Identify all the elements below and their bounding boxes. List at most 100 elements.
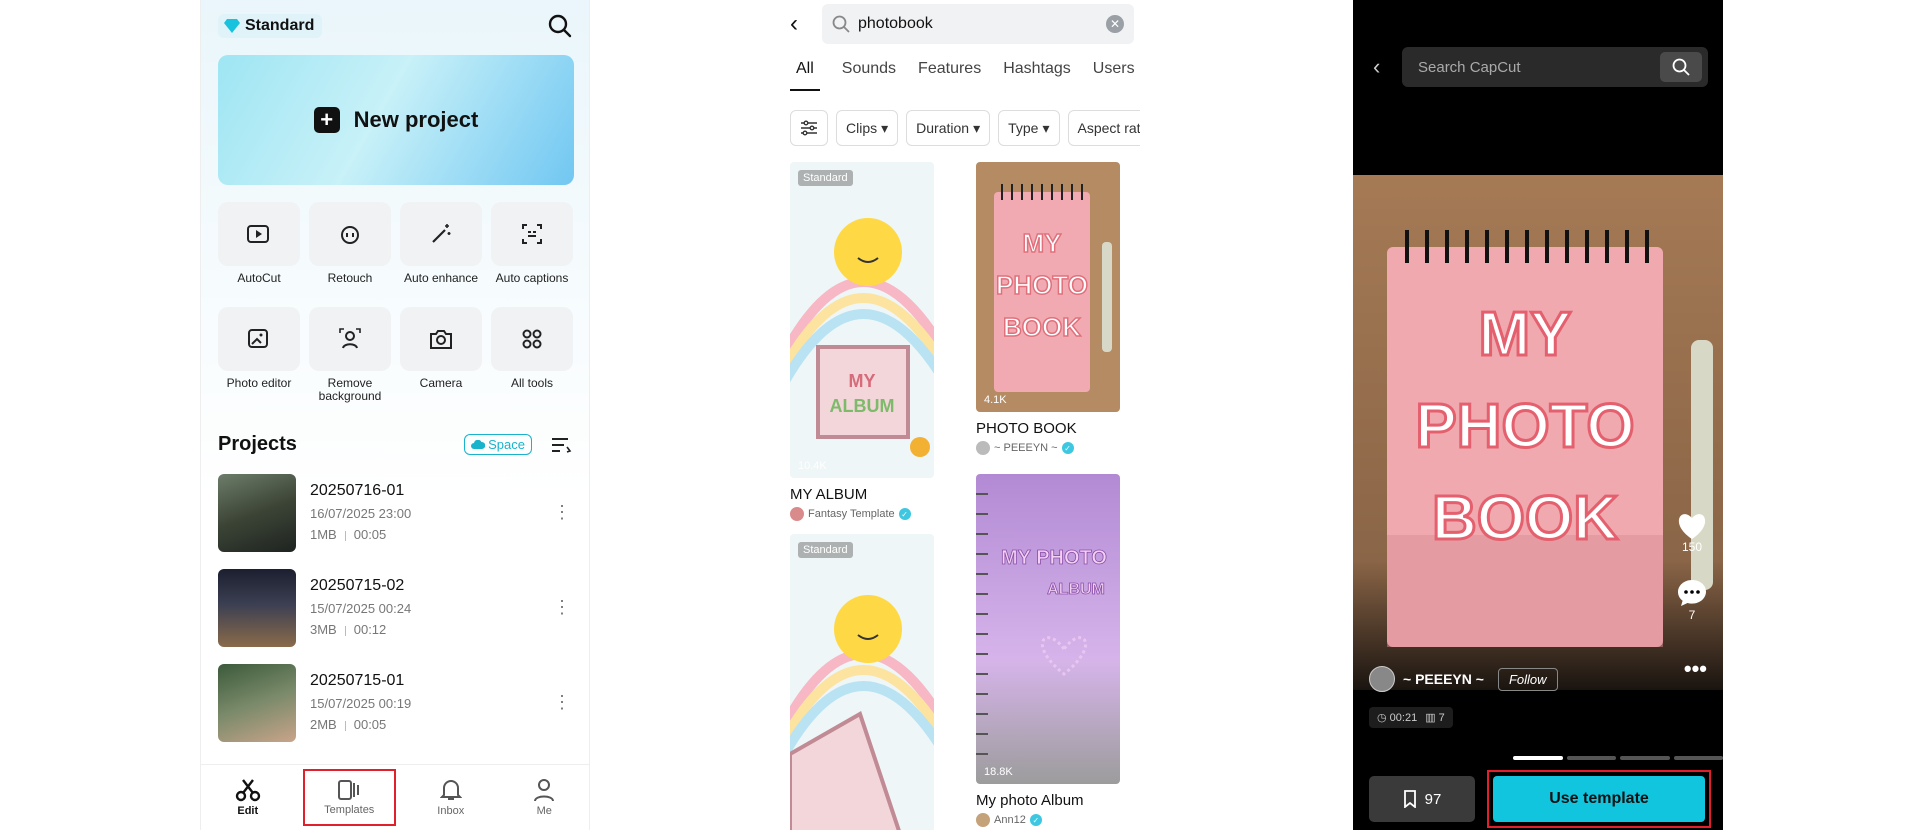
follow-button[interactable]: Follow: [1497, 667, 1558, 691]
nav-templates[interactable]: Templates: [302, 769, 396, 826]
plus-icon: +: [313, 107, 340, 133]
template-thumbnail: MY PHOTO BOOK 4.1K: [976, 162, 1120, 412]
tool-label: Retouch: [327, 271, 373, 285]
tool-photo-editor[interactable]: Photo editor: [218, 307, 300, 412]
tab-hashtags[interactable]: Hashtags: [1003, 60, 1071, 91]
template-thumbnail: MY ALBUM Standard 10.4K: [790, 162, 934, 478]
search-query: photobook: [858, 15, 933, 32]
tab-features[interactable]: Features: [918, 60, 981, 91]
project-row[interactable]: 20250715-01 15/07/2025 00:19 2MB 00:05 ⋮: [218, 664, 572, 759]
like-button[interactable]: 150: [1677, 512, 1707, 554]
video-preview[interactable]: MY PHOTO BOOK: [1353, 175, 1723, 690]
tool-auto-enhance[interactable]: Auto enhance: [400, 202, 482, 307]
save-count: 97: [1424, 790, 1442, 808]
comment-count: 7: [1688, 608, 1696, 622]
tool-all-tools[interactable]: All tools: [491, 307, 573, 412]
projects-title: Projects: [218, 433, 297, 455]
search-input[interactable]: Search CapCut: [1402, 47, 1708, 87]
tab-sounds[interactable]: Sounds: [842, 60, 896, 91]
bookmark-icon: [1403, 790, 1416, 808]
filter-bar: Clips▾ Duration▾ Type▾ Aspect ratio▾: [790, 110, 1140, 146]
progress-bar[interactable]: [1513, 756, 1723, 760]
project-duration: 00:05: [353, 717, 387, 732]
bell-icon: [439, 780, 462, 800]
usage-count: 4.1K: [984, 394, 1007, 406]
verified-icon: ✓: [1029, 814, 1042, 826]
author-row: ~ PEEEYN ~ Follow: [1369, 666, 1558, 692]
tab-users[interactable]: Users: [1093, 60, 1135, 91]
tool-auto-captions[interactable]: Auto captions: [491, 202, 573, 307]
tool-remove-background[interactable]: Remove background: [309, 307, 391, 412]
nav-inbox[interactable]: Inbox: [404, 765, 498, 830]
template-meta: ◷ 00:21 ▥ 7: [1369, 707, 1453, 728]
project-thumbnail: [218, 569, 296, 647]
author-avatar[interactable]: [1369, 666, 1395, 692]
template-card[interactable]: MY ALBUM Standard 10.4K MY ALBUM Fantasy…: [790, 162, 934, 521]
new-project-button[interactable]: + New project: [218, 55, 574, 185]
comment-button[interactable]: 7: [1677, 578, 1707, 622]
svg-text:BOOK: BOOK: [1003, 312, 1081, 342]
author-avatar: [790, 507, 804, 521]
tab-all[interactable]: All: [790, 60, 820, 91]
save-button[interactable]: 97: [1369, 776, 1475, 822]
tool-autocut[interactable]: AutoCut: [218, 202, 300, 307]
project-name: 20250715-01: [310, 672, 405, 689]
project-row[interactable]: 20250715-02 15/07/2025 00:24 3MB 00:12 ⋮: [218, 569, 572, 664]
search-results-screen: ‹ photobook ✕ All Sounds Features Hashta…: [780, 0, 1160, 830]
tool-camera[interactable]: Camera: [400, 307, 482, 412]
back-arrow-icon[interactable]: ‹: [790, 10, 812, 38]
tool-label: Auto captions: [495, 271, 569, 285]
author-name[interactable]: ~ PEEEYN ~: [1403, 671, 1484, 687]
filter-clips[interactable]: Clips ▾: [836, 110, 899, 146]
more-options-icon[interactable]: •••: [1684, 656, 1707, 682]
filter-settings-button[interactable]: [790, 110, 828, 146]
comment-icon: [1678, 580, 1706, 606]
verified-icon: ✓: [1061, 442, 1074, 454]
more-options-icon[interactable]: ⋮: [552, 474, 572, 523]
plan-badge[interactable]: Standard: [218, 14, 323, 38]
search-input[interactable]: photobook ✕: [822, 4, 1134, 44]
tool-label: Photo editor: [226, 376, 292, 390]
clear-icon[interactable]: ✕: [1106, 15, 1124, 33]
svg-text:MY PHOTO: MY PHOTO: [1001, 547, 1107, 569]
filter-label: Aspect ratio: [1077, 120, 1141, 136]
filter-duration[interactable]: Duration ▾: [906, 110, 991, 146]
space-button[interactable]: Space: [464, 434, 532, 455]
author-name: ~ PEEEYN ~: [994, 442, 1058, 454]
author-avatar: [976, 813, 990, 827]
template-title: MY ALBUM: [790, 486, 868, 503]
project-duration: 00:12: [353, 622, 387, 637]
caret-down-icon: ▾: [881, 119, 889, 136]
grid-icon: [522, 329, 542, 349]
search-icon[interactable]: [548, 14, 572, 38]
usage-count: 10.4K: [798, 460, 827, 472]
nav-label: Templates: [324, 804, 375, 816]
svg-text:MY: MY: [1479, 300, 1572, 369]
new-project-label: New project: [353, 107, 479, 132]
project-row[interactable]: 20250716-01 16/07/2025 23:00 1MB 00:05 ⋮: [218, 474, 572, 569]
filter-type[interactable]: Type ▾: [998, 110, 1060, 146]
clock-icon: ◷: [1377, 712, 1387, 724]
filter-aspect-ratio[interactable]: Aspect ratio▾: [1067, 110, 1141, 146]
project-date: 15/07/2025 00:19: [310, 696, 412, 711]
more-options-icon[interactable]: ⋮: [552, 569, 572, 618]
search-button[interactable]: [1660, 52, 1702, 82]
search-icon: [832, 15, 850, 33]
sort-list-icon[interactable]: [550, 436, 572, 454]
back-arrow-icon[interactable]: ‹: [1373, 54, 1380, 80]
standard-badge: Standard: [798, 542, 853, 558]
template-card[interactable]: MY PHOTO ALBUM 18.8K My photo Album Ann1…: [976, 474, 1120, 827]
template-card[interactable]: Standard: [790, 534, 934, 830]
bottom-nav: Edit Templates Inbox Me: [201, 764, 590, 830]
svg-text:PHOTO: PHOTO: [1415, 392, 1634, 461]
clips-icon: ▥: [1425, 712, 1436, 724]
template-card[interactable]: MY PHOTO BOOK 4.1K PHOTO BOOK ~ PEEEYN ~…: [976, 162, 1120, 455]
more-options-icon[interactable]: ⋮: [552, 664, 572, 713]
tool-label: All tools: [510, 376, 554, 390]
nav-me[interactable]: Me: [498, 765, 590, 830]
space-label: Space: [488, 437, 525, 452]
scissors-icon: [235, 779, 260, 802]
tool-retouch[interactable]: Retouch: [309, 202, 391, 307]
nav-edit[interactable]: Edit: [201, 765, 295, 830]
use-template-button[interactable]: Use template: [1493, 776, 1705, 822]
